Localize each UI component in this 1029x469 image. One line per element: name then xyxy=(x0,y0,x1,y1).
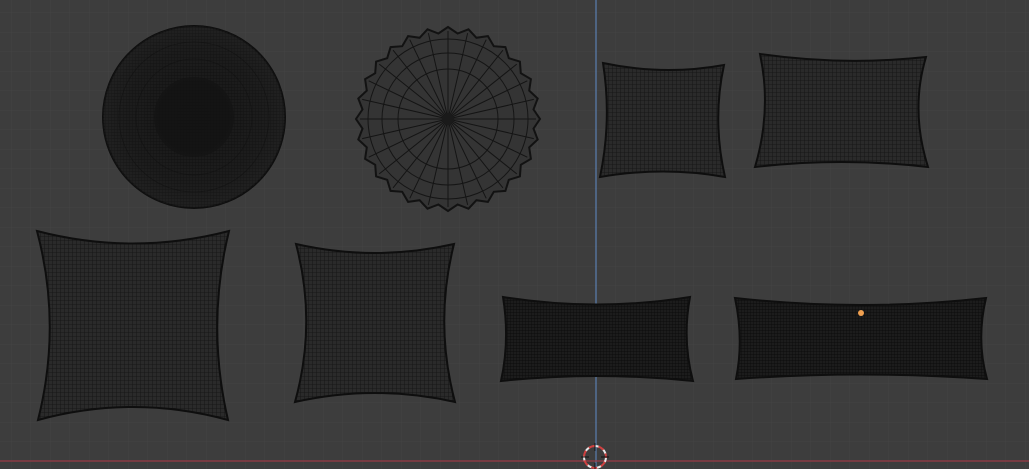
bolster-pillow-a[interactable] xyxy=(499,295,695,383)
square-pillow-large-a[interactable] xyxy=(35,229,231,422)
3d-viewport[interactable] xyxy=(0,0,1029,469)
object-origin-dot xyxy=(858,310,864,316)
square-pillow-small-a[interactable] xyxy=(598,61,727,179)
rect-pillow-small[interactable] xyxy=(753,52,930,169)
bolster-pillow-b[interactable] xyxy=(733,296,989,381)
square-pillow-large-b[interactable] xyxy=(293,242,457,404)
round-cushion-dense[interactable] xyxy=(102,25,286,209)
pleated-hub xyxy=(442,113,454,125)
